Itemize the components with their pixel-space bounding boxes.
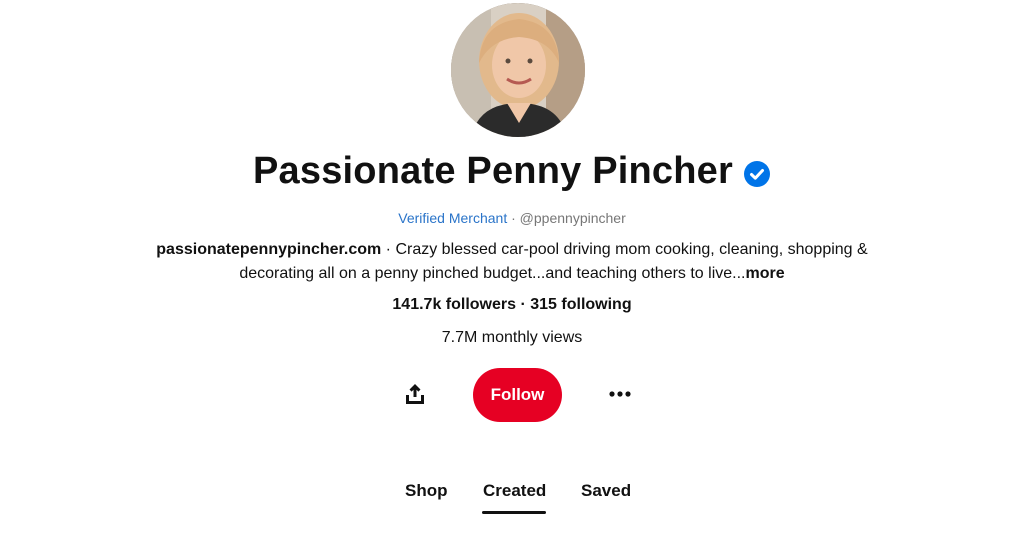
- tab-saved[interactable]: Saved: [581, 481, 631, 501]
- follow-button[interactable]: Follow: [473, 368, 562, 422]
- profile-bio: passionatepennypincher.com · Crazy bless…: [150, 238, 874, 286]
- profile-header: Passionate Penny Pincher: [0, 150, 1024, 193]
- avatar-image: [451, 3, 585, 137]
- more-options-button[interactable]: [597, 371, 643, 417]
- share-icon: [406, 384, 424, 404]
- verified-merchant-link[interactable]: Verified Merchant: [398, 210, 507, 226]
- more-options-icon: [609, 391, 631, 397]
- profile-page: Passionate Penny Pincher Verified Mercha…: [0, 0, 1024, 533]
- profile-name: Passionate Penny Pincher: [253, 150, 733, 192]
- bio-more-link[interactable]: more: [746, 265, 785, 282]
- follow-stats: 141.7k followers · 315 following: [0, 296, 1024, 314]
- monthly-views: 7.7M monthly views: [441, 329, 583, 346]
- profile-handle: @ppennypincher: [519, 210, 626, 226]
- profile-tabs: Shop Created Saved: [0, 481, 1024, 521]
- following-count[interactable]: 315 following: [530, 296, 631, 313]
- stats-separator: ·: [516, 296, 531, 313]
- share-button[interactable]: [392, 371, 438, 417]
- profile-actions: Follow: [0, 368, 1024, 422]
- followers-count[interactable]: 141.7k followers: [392, 296, 516, 313]
- verified-checkmark-icon: [744, 160, 770, 187]
- tab-created[interactable]: Created: [483, 481, 546, 501]
- website-link[interactable]: passionatepennypincher.com: [156, 241, 381, 258]
- bio-separator: ·: [381, 241, 396, 258]
- tab-shop[interactable]: Shop: [405, 481, 448, 501]
- avatar[interactable]: [451, 3, 585, 137]
- profile-meta: Verified Merchant · @ppennypincher: [0, 210, 1024, 226]
- meta-separator: ·: [507, 210, 520, 226]
- active-tab-indicator: [482, 511, 546, 514]
